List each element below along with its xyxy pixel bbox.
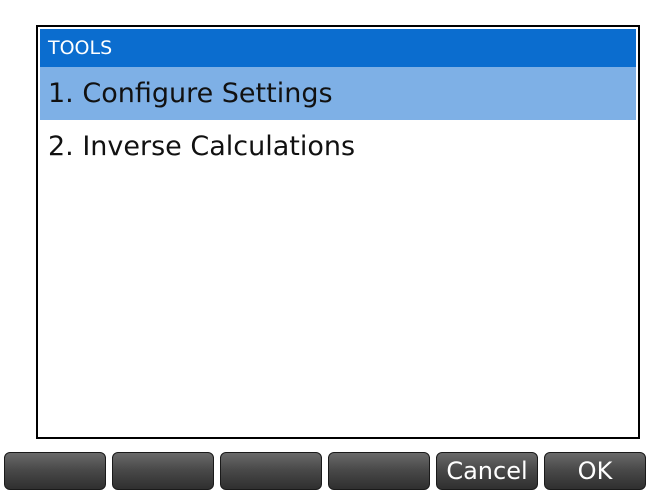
menu-item-configure-settings[interactable]: 1. Configure Settings bbox=[40, 67, 636, 120]
tools-menu-dialog: TOOLS 1. Configure Settings 2. Inverse C… bbox=[36, 25, 640, 439]
softkey-1[interactable] bbox=[4, 452, 106, 490]
softkey-4[interactable] bbox=[328, 452, 430, 490]
menu-item-inverse-calculations[interactable]: 2. Inverse Calculations bbox=[40, 120, 636, 173]
menu-title: TOOLS bbox=[40, 29, 636, 67]
cancel-button[interactable]: Cancel bbox=[436, 452, 538, 490]
menu-list: 1. Configure Settings 2. Inverse Calcula… bbox=[40, 67, 636, 173]
softkey-3[interactable] bbox=[220, 452, 322, 490]
calculator-screen: TOOLS 1. Configure Settings 2. Inverse C… bbox=[0, 0, 661, 491]
ok-button[interactable]: OK bbox=[544, 452, 646, 490]
softkey-bar: Cancel OK bbox=[0, 450, 661, 491]
softkey-2[interactable] bbox=[112, 452, 214, 490]
